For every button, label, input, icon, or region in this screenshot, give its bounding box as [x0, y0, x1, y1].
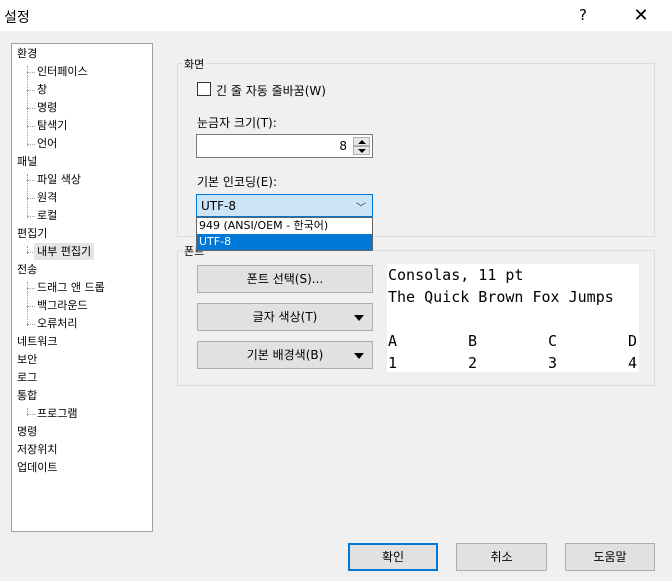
tree-item-interface[interactable]: 인터페이스: [37, 63, 88, 80]
encoding-dropdown-list[interactable]: 949 (ANSI/OEM - 한국어) UTF-8: [196, 217, 373, 251]
tree-item-explorer[interactable]: 탐색기: [37, 117, 67, 134]
ok-button[interactable]: 확인: [348, 543, 438, 571]
close-icon[interactable]: ✕: [618, 0, 664, 31]
tree-item-background[interactable]: 백그라운드: [37, 297, 88, 314]
tree-item-error-handling[interactable]: 오류처리: [37, 315, 77, 332]
help-button[interactable]: 도움말: [565, 543, 655, 571]
tree-connector: [27, 66, 28, 146]
tree-item-commands-root[interactable]: 명령: [17, 423, 37, 440]
wrap-lines-checkbox[interactable]: [197, 82, 211, 96]
preview-sample-text: The Quick Brown Fox Jumps: [388, 288, 614, 306]
tree-item-log[interactable]: 로그: [17, 369, 37, 386]
tree-item-transfer[interactable]: 전송: [17, 261, 37, 278]
dropdown-arrow-icon: [354, 353, 364, 359]
encoding-select[interactable]: UTF-8 ﹀: [196, 194, 373, 217]
tree-item-security[interactable]: 보안: [17, 351, 37, 368]
tree-item-commands[interactable]: 명령: [37, 99, 57, 116]
select-font-button[interactable]: 폰트 선택(S)...: [197, 265, 373, 293]
bg-color-button[interactable]: 기본 배경색(B): [197, 341, 373, 369]
chevron-down-icon: ﹀: [356, 203, 366, 214]
tree-item-internal-editor[interactable]: 내부 편집기: [34, 243, 95, 260]
tab-size-spinbox[interactable]: 8: [196, 134, 373, 158]
tree-item-panels[interactable]: 패널: [17, 153, 37, 170]
spin-down-icon[interactable]: [353, 146, 370, 155]
preview-column-b: B: [468, 332, 478, 350]
help-icon[interactable]: ?: [560, 0, 606, 31]
tree-item-window[interactable]: 창: [37, 81, 47, 98]
tree-item-editors[interactable]: 편집기: [17, 225, 47, 242]
encoding-label: 기본 인코딩(E):: [197, 175, 278, 189]
tree-item-file-colors[interactable]: 파일 색상: [37, 171, 81, 188]
encoding-selected-value: UTF-8: [201, 199, 236, 213]
encoding-option-949[interactable]: 949 (ANSI/OEM - 한국어): [197, 218, 372, 234]
tree-item-updates[interactable]: 업데이트: [17, 459, 57, 476]
tree-item-storage[interactable]: 저장위치: [17, 441, 57, 458]
tree-item-integration[interactable]: 통합: [17, 387, 37, 404]
preview-font-name: Consolas, 11 pt: [388, 266, 524, 284]
wrap-lines-label: 긴 줄 자동 줄바꿈(W): [216, 84, 326, 98]
preview-column-c: C: [548, 332, 558, 350]
tree-item-environment[interactable]: 환경: [17, 45, 37, 62]
tree-item-applications[interactable]: 프로그램: [37, 405, 77, 422]
text-color-button-label: 글자 색상(T): [252, 310, 318, 324]
window-title: 설정: [4, 10, 30, 26]
font-preview: Consolas, 11 pt The Quick Brown Fox Jump…: [387, 264, 639, 372]
tree-item-language[interactable]: 언어: [37, 135, 57, 152]
cancel-button[interactable]: 취소: [456, 543, 547, 571]
text-color-button[interactable]: 글자 색상(T): [197, 303, 373, 331]
tree-item-remote[interactable]: 원격: [37, 189, 57, 206]
title-bar: 설정 ? ✕: [0, 0, 672, 31]
settings-tree[interactable]: 환경 인터페이스 창 명령 탐색기 언어 패널 파일 색상 원격 로컬 편집기 …: [11, 43, 153, 532]
spin-up-icon[interactable]: [353, 137, 370, 146]
preview-column-a: A: [388, 332, 398, 350]
display-group-title: 화면: [182, 56, 207, 72]
encoding-option-utf8[interactable]: UTF-8: [197, 234, 372, 250]
tab-size-label: 눈금자 크기(T):: [197, 116, 277, 130]
preview-column-d: D: [628, 332, 638, 350]
preview-value-1: 1: [388, 354, 398, 372]
tree-item-network[interactable]: 네트워크: [17, 333, 57, 350]
tab-size-value: 8: [339, 139, 347, 153]
tree-item-local[interactable]: 로컬: [37, 207, 57, 224]
preview-value-3: 3: [548, 354, 558, 372]
tree-item-drag-drop[interactable]: 드래그 앤 드롭: [37, 279, 105, 296]
dropdown-arrow-icon: [354, 315, 364, 321]
preview-value-4: 4: [628, 354, 638, 372]
preview-value-2: 2: [468, 354, 478, 372]
bg-color-button-label: 기본 배경색(B): [246, 348, 324, 362]
